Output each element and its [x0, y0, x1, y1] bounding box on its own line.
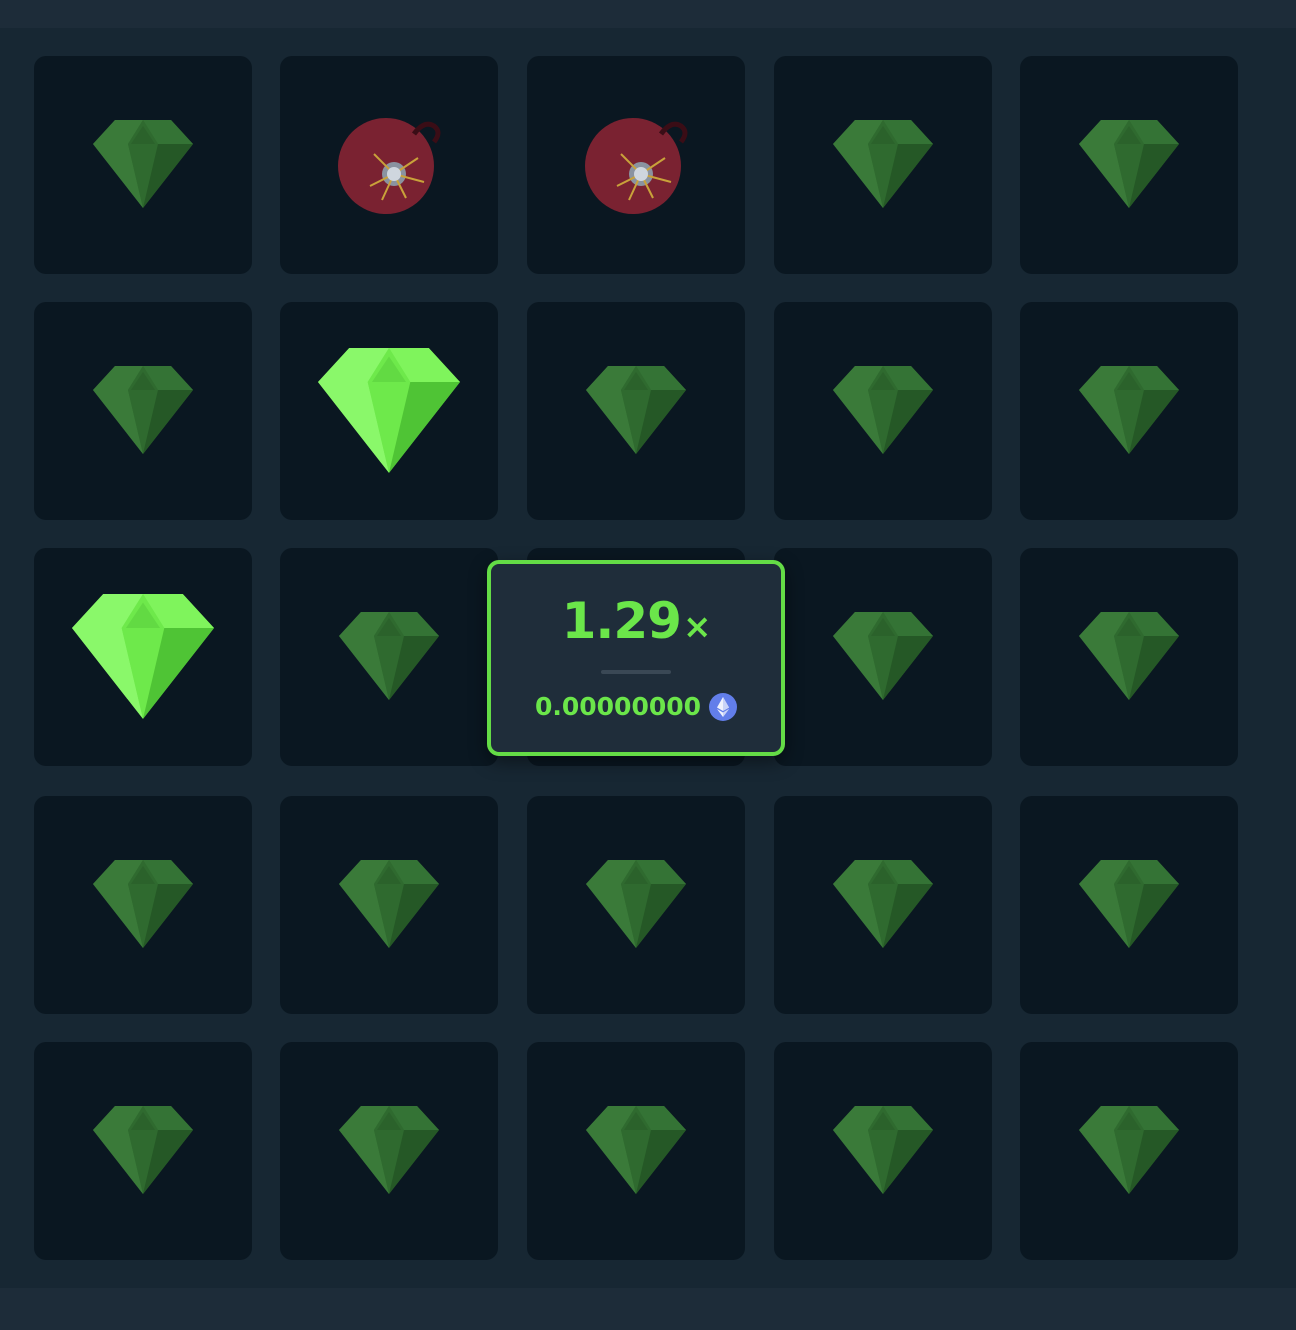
multiplier-value: 1.29 [561, 592, 682, 650]
gem-icon [93, 1106, 193, 1194]
gem-icon [833, 860, 933, 948]
ethereum-icon [709, 692, 738, 721]
mine-icon [585, 118, 688, 214]
gem-icon [586, 1106, 686, 1194]
mine-tile[interactable] [774, 1042, 992, 1260]
mine-tile[interactable] [1020, 548, 1238, 766]
gem-icon [93, 860, 193, 948]
gem-revealed-icon [318, 347, 460, 473]
mine-tile[interactable] [280, 1042, 498, 1260]
payout-amount-row: 0.00000000 [491, 692, 781, 721]
mine-tile[interactable] [34, 302, 252, 520]
gem-icon [339, 1106, 439, 1194]
mine-tile[interactable] [34, 56, 252, 274]
gem-icon [586, 860, 686, 948]
mine-tile[interactable] [1020, 302, 1238, 520]
mine-tile[interactable] [34, 796, 252, 1014]
mine-tile[interactable] [1020, 796, 1238, 1014]
gem-icon [339, 612, 439, 700]
gem-icon [1079, 612, 1179, 700]
mine-tile[interactable] [774, 302, 992, 520]
gem-icon [833, 120, 933, 208]
gem-icon [1079, 366, 1179, 454]
payout-divider [601, 670, 671, 674]
payout-popup: 1.29× 0.00000000 [487, 560, 785, 756]
mine-tile[interactable] [34, 548, 252, 766]
mine-tile[interactable] [527, 1042, 745, 1260]
gem-icon [1079, 1106, 1179, 1194]
mine-tile[interactable] [1020, 56, 1238, 274]
gem-icon [833, 366, 933, 454]
gem-icon [339, 860, 439, 948]
multiplier-suffix: × [682, 607, 711, 647]
gem-revealed-icon [72, 593, 214, 719]
gem-icon [1079, 120, 1179, 208]
mine-tile[interactable] [527, 56, 745, 274]
bottom-bar [0, 1288, 1296, 1330]
payout-multiplier: 1.29× [491, 592, 781, 650]
mine-tile[interactable] [527, 796, 745, 1014]
mine-tile[interactable] [527, 302, 745, 520]
payout-amount: 0.00000000 [534, 692, 702, 721]
mine-tile[interactable] [774, 548, 992, 766]
gem-icon [586, 366, 686, 454]
gem-icon [833, 612, 933, 700]
top-bar [0, 0, 1296, 28]
mine-tile[interactable] [1020, 1042, 1238, 1260]
gem-icon [93, 120, 193, 208]
gem-icon [1079, 860, 1179, 948]
mine-tile[interactable] [280, 548, 498, 766]
gem-icon [93, 366, 193, 454]
mine-tile[interactable] [34, 1042, 252, 1260]
gem-icon [833, 1106, 933, 1194]
mine-icon [338, 118, 441, 214]
mine-tile[interactable] [280, 302, 498, 520]
mine-tile[interactable] [280, 56, 498, 274]
mine-tile[interactable] [774, 56, 992, 274]
mine-tile[interactable] [280, 796, 498, 1014]
mine-tile[interactable] [774, 796, 992, 1014]
